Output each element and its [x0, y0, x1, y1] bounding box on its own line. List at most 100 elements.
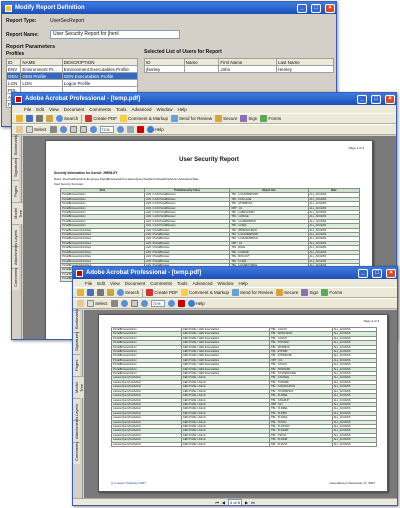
print-icon[interactable]: [97, 289, 104, 296]
actual-size-icon[interactable]: [69, 126, 77, 133]
send-review-button[interactable]: Send for Review: [232, 289, 273, 296]
sign-button[interactable]: Sign: [301, 289, 318, 296]
profiles-column-header[interactable]: ID: [5, 58, 22, 66]
side-tab-signatures[interactable]: Signatures: [73, 332, 80, 354]
maximize-button[interactable]: □: [372, 268, 382, 278]
profiles-row[interactable]: ENV Environment Pr... Environment Executab…: [5, 65, 139, 73]
zoom-field[interactable]: 71%: [150, 300, 165, 307]
forms-button[interactable]: Forms: [260, 115, 281, 122]
acrobat-2-titlebar[interactable]: Adobe Acrobat Professional - [temp.pdf] …: [73, 267, 397, 279]
zoom-out-icon[interactable]: [140, 300, 148, 307]
close-button[interactable]: ×: [325, 3, 335, 13]
menu-tools[interactable]: Tools: [177, 281, 188, 286]
menu-edit[interactable]: Edit: [97, 281, 105, 286]
save-icon[interactable]: [26, 115, 33, 122]
menu-help[interactable]: Help: [178, 107, 187, 112]
minimize-button[interactable]: _: [297, 3, 307, 13]
comment-markup-button[interactable]: Comment & Markup: [120, 115, 168, 122]
report-definition-titlebar[interactable]: Modify Report Definition _ □ ×: [2, 2, 336, 14]
profiles-row[interactable]: GEN GEN Profile GEN Executables Profile: [5, 72, 139, 80]
print-icon[interactable]: [36, 115, 43, 122]
search-button[interactable]: Search: [117, 289, 139, 296]
select-button[interactable]: Select: [87, 300, 108, 307]
last-page-icon[interactable]: ⏭: [251, 500, 255, 505]
zoom-in-plus-icon[interactable]: [116, 126, 124, 133]
side-tab-bookmarks[interactable]: Bookmarks: [12, 135, 19, 158]
acrobat-2-document-area[interactable]: Page 3 of 3 PortalBrowserAdmin GEN Profil…: [84, 310, 397, 498]
help-button[interactable]: Help: [146, 126, 164, 133]
search-button[interactable]: Search: [56, 115, 78, 122]
menu-tools[interactable]: Tools: [116, 107, 127, 112]
maximize-button[interactable]: □: [371, 94, 381, 104]
menu-comments[interactable]: Comments: [89, 107, 111, 112]
side-tab-bookmarks[interactable]: Bookmarks: [73, 309, 80, 332]
close-button[interactable]: ×: [385, 94, 395, 104]
users-row[interactable]: jhenley John Henley: [144, 65, 335, 73]
snapshot-icon[interactable]: [110, 300, 118, 307]
save-icon[interactable]: [87, 289, 94, 296]
menu-window[interactable]: Window: [157, 107, 173, 112]
users-column-header[interactable]: ID: [144, 58, 185, 66]
minimize-button[interactable]: _: [358, 268, 368, 278]
menu-document[interactable]: Document: [64, 107, 85, 112]
zoom-in-icon[interactable]: [120, 300, 128, 307]
menu-advanced[interactable]: Advanced: [132, 107, 152, 112]
minimize-button[interactable]: _: [357, 94, 367, 104]
users-column-header[interactable]: Name: [183, 58, 220, 66]
maximize-button[interactable]: □: [311, 3, 321, 13]
profiles-column-header[interactable]: NAME: [20, 58, 63, 66]
menu-window[interactable]: Window: [218, 281, 234, 286]
side-tab-pages[interactable]: Pages: [73, 354, 80, 376]
email-icon[interactable]: [46, 115, 53, 122]
menu-file[interactable]: File: [24, 107, 31, 112]
menu-edit[interactable]: Edit: [36, 107, 44, 112]
actual-size-icon[interactable]: [130, 300, 138, 307]
zoom-field[interactable]: 71%: [99, 126, 114, 133]
secure-button[interactable]: Secure: [215, 115, 237, 122]
snapshot-icon[interactable]: [49, 126, 57, 133]
open-icon[interactable]: [16, 115, 23, 122]
menu-view[interactable]: View: [49, 107, 59, 112]
report-name-field[interactable]: User Security Report for jhenl: [50, 30, 180, 39]
prev-page-icon[interactable]: ◀: [222, 500, 225, 505]
hand-icon[interactable]: [77, 300, 84, 307]
create-pdf-button[interactable]: Create PDF: [85, 115, 117, 122]
open-icon[interactable]: [77, 289, 84, 296]
side-tab-signatures[interactable]: Signatures: [12, 158, 19, 180]
zoom-in-icon[interactable]: [59, 126, 67, 133]
profiles-row[interactable]: LGN LGN Logon Profile: [5, 79, 139, 87]
side-tab-comments[interactable]: Comments: [73, 442, 80, 464]
email-icon[interactable]: [107, 289, 114, 296]
next-page-icon[interactable]: ▶: [245, 500, 248, 505]
side-tab-attachments[interactable]: Attachments: [73, 417, 80, 442]
help-button[interactable]: Help: [187, 300, 205, 307]
first-page-icon[interactable]: ⏮: [215, 500, 219, 505]
send-review-button[interactable]: Send for Review: [171, 115, 212, 122]
menu-view[interactable]: View: [110, 281, 120, 286]
zoom-in-plus-icon[interactable]: [167, 300, 175, 307]
select-button[interactable]: Select: [26, 126, 47, 133]
forms-button[interactable]: Forms: [321, 289, 342, 296]
users-column-header[interactable]: First Name: [218, 58, 277, 66]
users-column-header[interactable]: Last Name: [275, 58, 335, 66]
menu-document[interactable]: Document: [125, 281, 146, 286]
side-tab-pages[interactable]: Pages: [12, 180, 19, 202]
page-number-field[interactable]: 4 of 5: [228, 498, 242, 505]
sign-button[interactable]: Sign: [240, 115, 257, 122]
menu-advanced[interactable]: Advanced: [193, 281, 213, 286]
side-tab-comments[interactable]: Comments: [12, 268, 19, 290]
menu-help[interactable]: Help: [239, 281, 248, 286]
zoom-out-icon[interactable]: [89, 126, 97, 133]
profiles-column-header[interactable]: DESCRIPTION: [61, 58, 139, 66]
menu-comments[interactable]: Comments: [150, 281, 172, 286]
comment-markup-button[interactable]: Comment & Markup: [181, 289, 229, 296]
side-tab-attachments[interactable]: Attachments: [12, 243, 19, 268]
secure-button[interactable]: Secure: [276, 289, 298, 296]
fit-page-icon[interactable]: [79, 126, 87, 133]
menu-file[interactable]: File: [85, 281, 92, 286]
acrobat-1-titlebar[interactable]: Adobe Acrobat Professional - [temp.pdf] …: [12, 93, 396, 105]
hand-icon[interactable]: [16, 126, 23, 133]
rotate-icon[interactable]: [126, 126, 134, 133]
create-pdf-button[interactable]: Create PDF: [146, 289, 178, 296]
close-button[interactable]: ×: [386, 268, 396, 278]
